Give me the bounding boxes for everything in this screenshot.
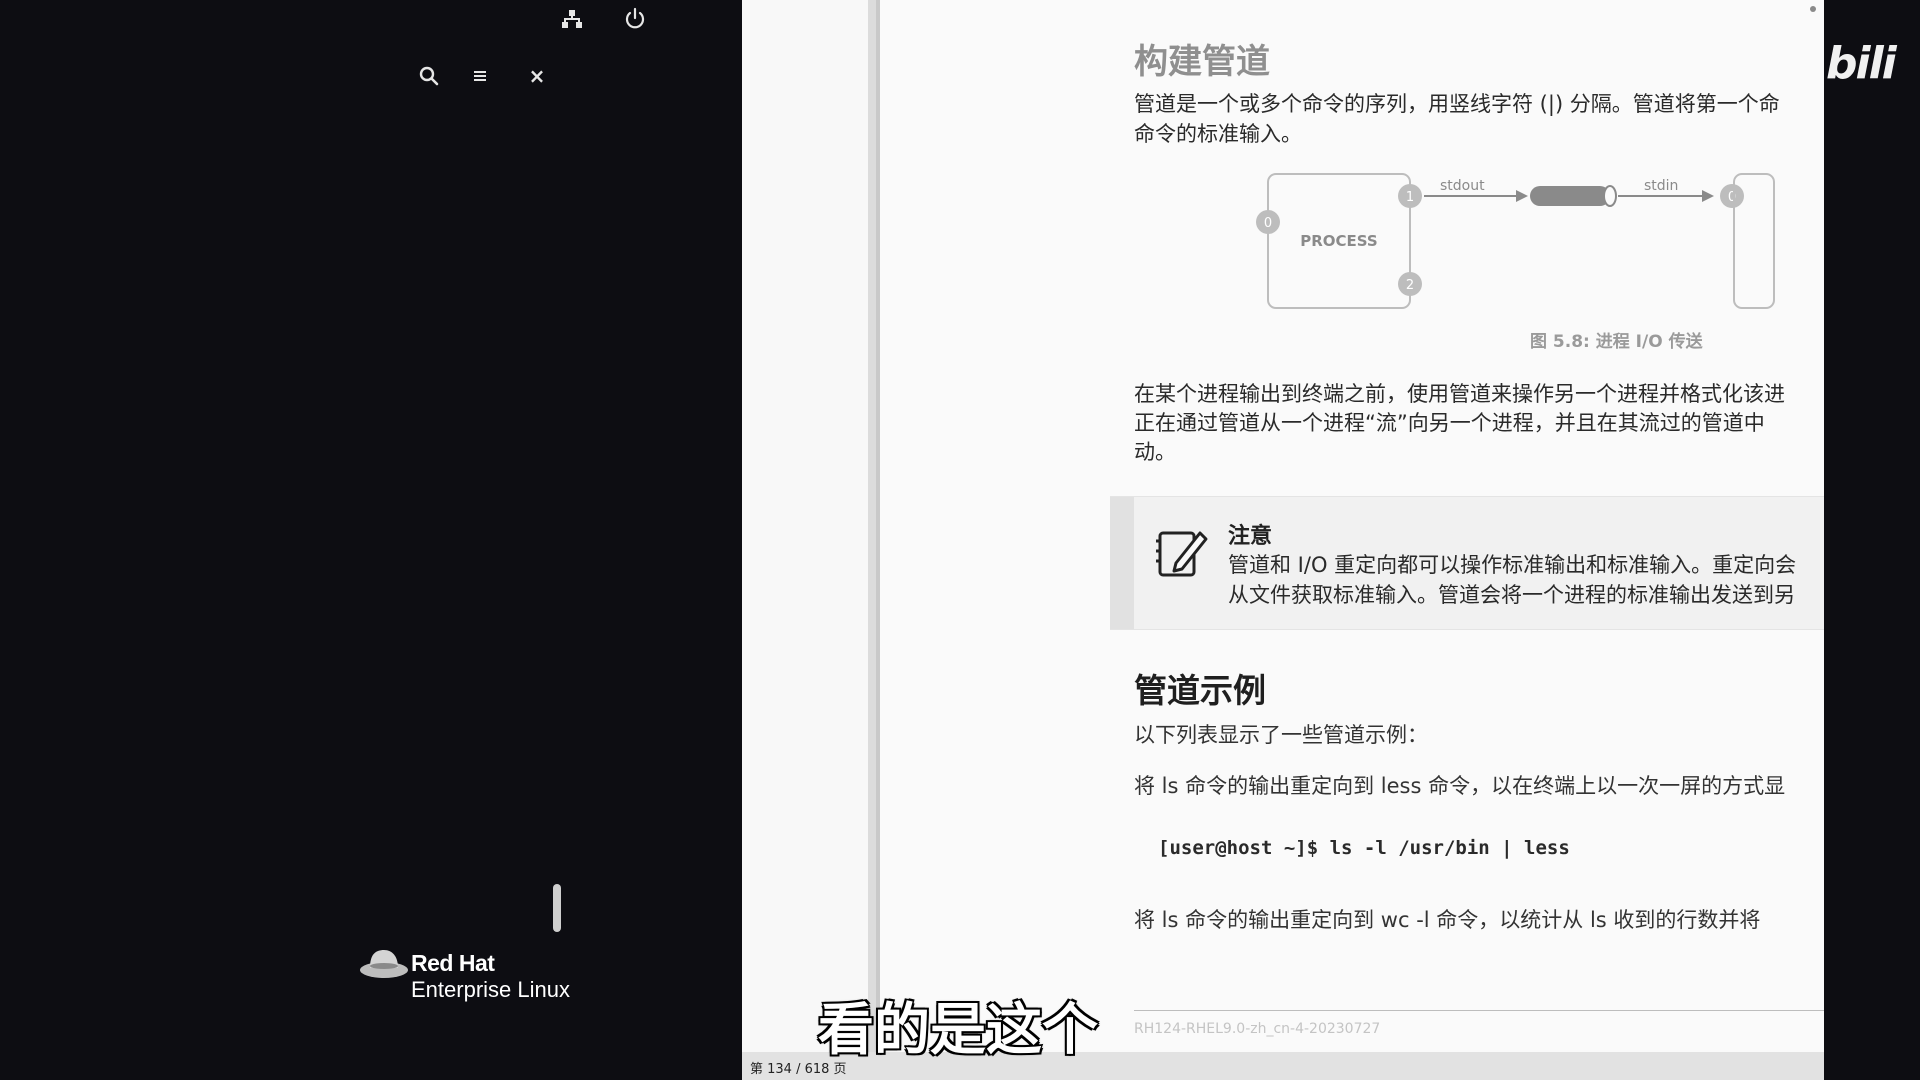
stream-line-2: 正在通过管道从一个进程“流”向另一个进程，并且在其流过的管道中 bbox=[1134, 411, 1765, 435]
note-title: 注意 bbox=[1228, 524, 1273, 549]
fd0-label: 0 bbox=[1264, 216, 1272, 231]
document-page: 构建管道 管道是一个或多个命令的序列，用竖线字符 (|) 分隔。管道将第一个命 … bbox=[880, 0, 1824, 1052]
pipe-cylinder bbox=[1530, 186, 1610, 206]
note-stripe bbox=[1110, 497, 1134, 629]
code-example-1: [user@host ~]$ ls -l /usr/bin | less bbox=[1158, 837, 1570, 859]
scroll-indicator[interactable] bbox=[553, 884, 561, 932]
video-subtitle: 看的是这个 bbox=[817, 997, 1099, 1064]
stream-line-1: 在某个进程输出到终端之前，使用管道来操作另一个进程并格式化该进 bbox=[1134, 382, 1785, 406]
process-label: PROCESS bbox=[1300, 232, 1377, 250]
example-1-text: 将 ls 命令的输出重定向到 less 命令，以在终端上以一次一屏的方式显 bbox=[1134, 774, 1786, 798]
note-line-1: 管道和 I/O 重定向都可以操作标准输出和标准输入。重定向会 bbox=[1228, 553, 1797, 577]
intro-line-1: 管道是一个或多个命令的序列，用竖线字符 (|) 分隔。管道将第一个命 bbox=[1134, 92, 1780, 116]
bilibili-watermark: bili bbox=[1826, 38, 1897, 89]
brand-name: Red Hat bbox=[411, 950, 495, 976]
examples-intro: 以下列表显示了一些管道示例： bbox=[1134, 723, 1428, 747]
fd1-label: 1 bbox=[1406, 190, 1414, 205]
network-icon[interactable] bbox=[561, 8, 583, 30]
stream-paragraph: 在某个进程输出到终端之前，使用管道来操作另一个进程并格式化该进 正在通过管道从一… bbox=[1134, 380, 1785, 467]
desktop-panel: × Red Hat Enterprise Linux bbox=[0, 0, 742, 1080]
fd2-label: 2 bbox=[1406, 278, 1414, 293]
stdin-label: stdin bbox=[1644, 178, 1678, 194]
process-io-diagram: PROCESS 0 1 2 stdout stdin 0 bbox=[1240, 166, 1824, 326]
figure-caption: 图 5.8: 进程 I/O 传送 bbox=[1530, 332, 1703, 352]
page-footer: RH124-RHEL9.0-zh_cn-4-20230727 bbox=[1134, 1021, 1381, 1037]
note-line-2: 从文件获取标准输入。管道会将一个进程的标准输出发送到另 bbox=[1228, 583, 1795, 607]
previous-page-edge bbox=[742, 0, 868, 1052]
note-pencil-icon bbox=[1154, 525, 1210, 581]
example-2-text: 将 ls 命令的输出重定向到 wc -l 命令，以统计从 ls 收到的行数并将 bbox=[1134, 908, 1761, 932]
note-text: 管道和 I/O 重定向都可以操作标准输出和标准输入。重定向会 从文件获取标准输入… bbox=[1228, 550, 1796, 610]
redhat-logo-icon bbox=[358, 946, 410, 982]
intro-paragraph: 管道是一个或多个命令的序列，用竖线字符 (|) 分隔。管道将第一个命 命令的标准… bbox=[1134, 89, 1780, 149]
intro-line-2: 命令的标准输入。 bbox=[1134, 122, 1302, 146]
page-corner-mark bbox=[1810, 6, 1816, 12]
close-icon[interactable]: × bbox=[526, 64, 548, 88]
stream-line-3: 动。 bbox=[1134, 440, 1176, 464]
section-heading-build-pipeline: 构建管道 bbox=[1134, 42, 1270, 82]
right-dark-strip bbox=[1824, 0, 1920, 1080]
search-icon[interactable] bbox=[418, 65, 440, 87]
hamburger-menu-icon[interactable] bbox=[469, 65, 491, 87]
product-name: Enterprise Linux bbox=[411, 977, 570, 1002]
screen: × Red Hat Enterprise Linux 构建管道 管道是一个或多个… bbox=[0, 0, 1920, 1080]
footer-divider bbox=[1134, 1010, 1824, 1011]
section-heading-pipe-examples: 管道示例 bbox=[1134, 671, 1266, 710]
document-viewer[interactable]: 构建管道 管道是一个或多个命令的序列，用竖线字符 (|) 分隔。管道将第一个命 … bbox=[742, 0, 1824, 1080]
stdout-label: stdout bbox=[1440, 178, 1485, 194]
power-icon[interactable] bbox=[623, 7, 647, 31]
